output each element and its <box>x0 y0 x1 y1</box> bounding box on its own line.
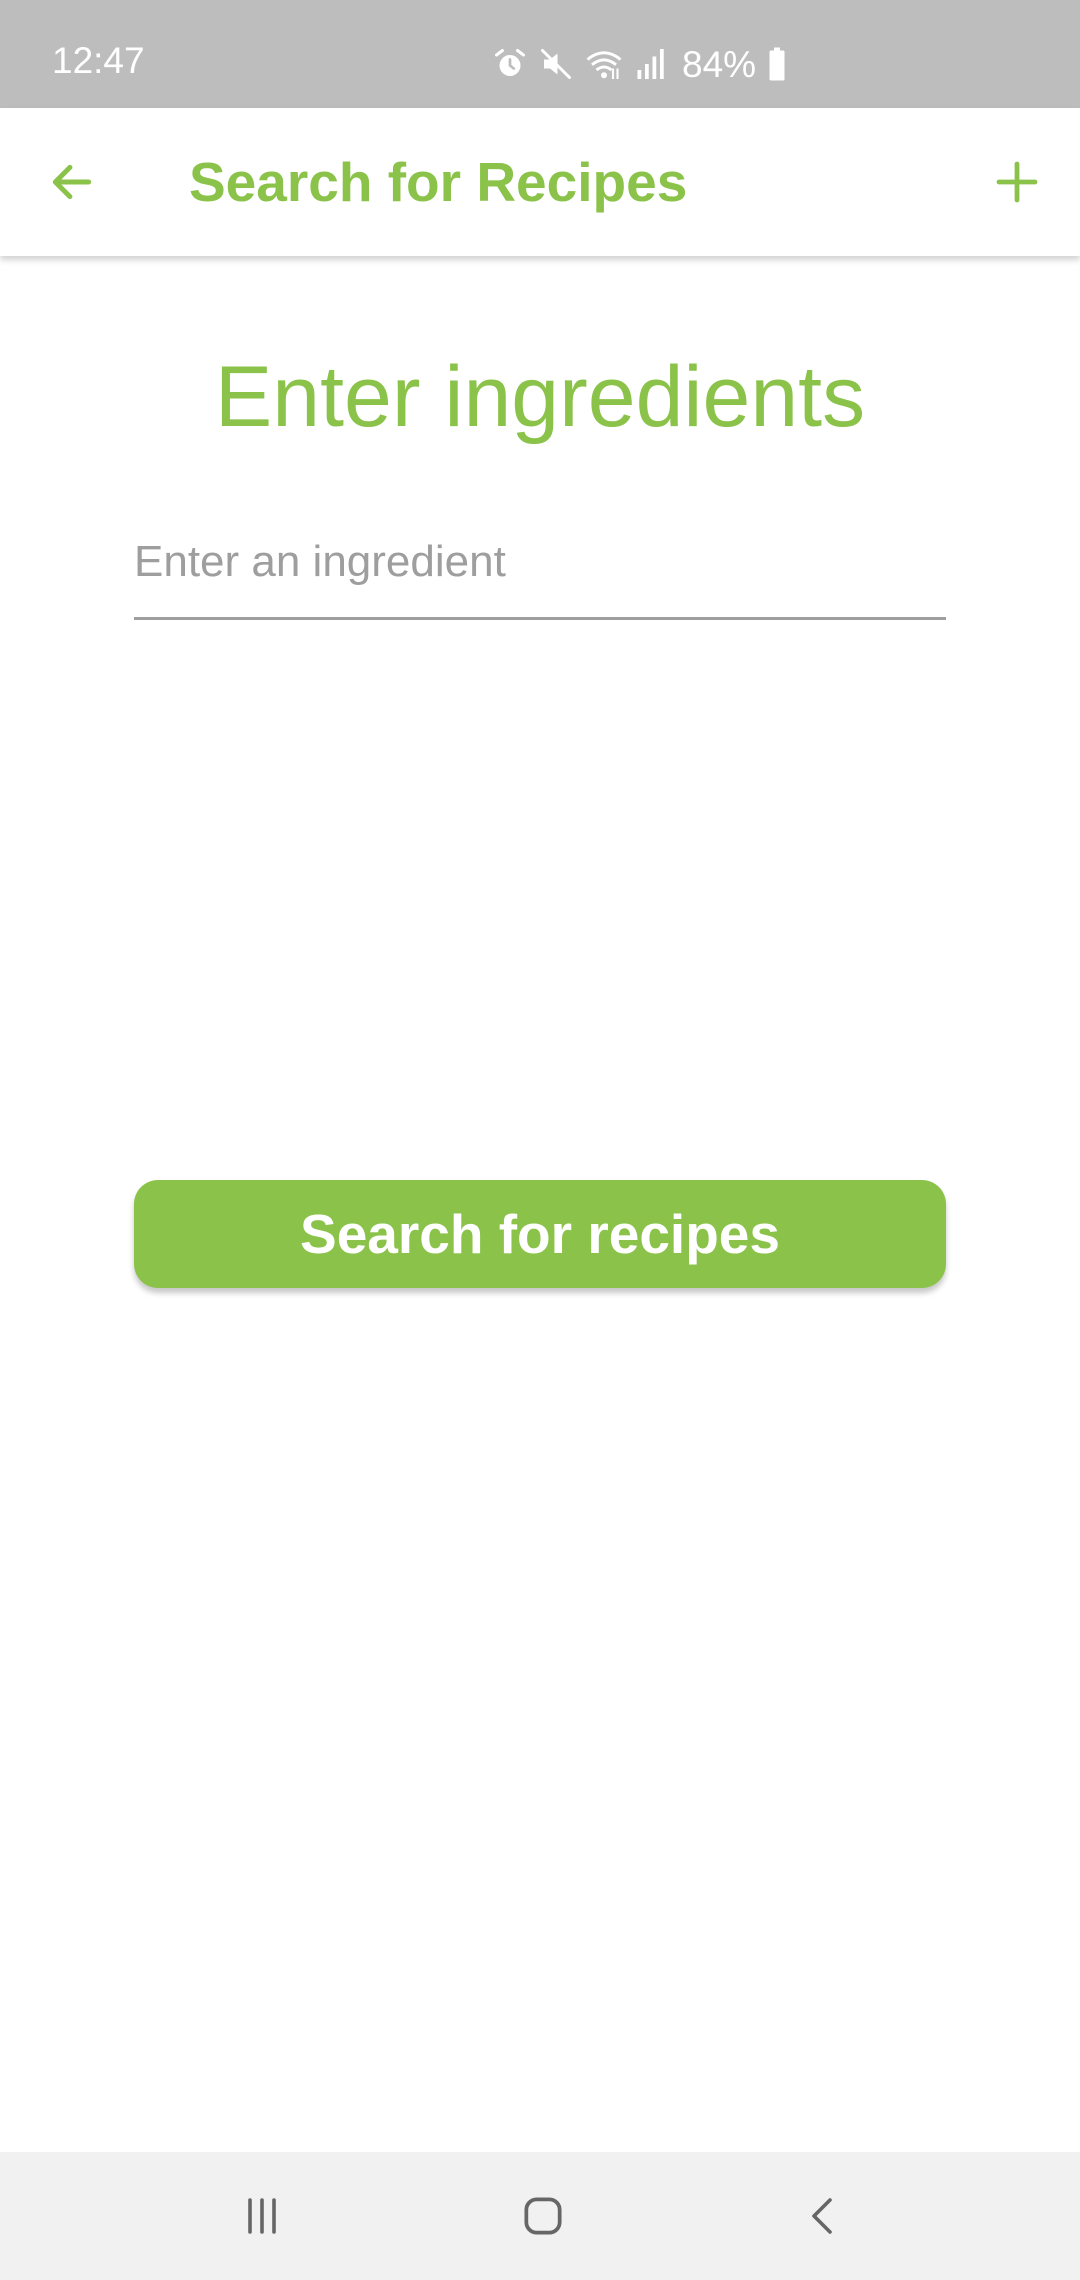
home-icon <box>524 2197 562 2235</box>
system-nav-bar <box>0 2152 1080 2280</box>
add-button[interactable] <box>975 140 1059 224</box>
wifi-icon <box>586 51 622 79</box>
alarm-icon <box>495 49 525 76</box>
ingredient-input[interactable] <box>134 520 946 620</box>
home-button[interactable] <box>493 2166 593 2266</box>
back-button[interactable] <box>30 140 114 224</box>
recent-apps-icon <box>248 2198 276 2234</box>
search-recipes-button[interactable]: Search for recipes <box>134 1180 946 1288</box>
battery-icon <box>769 47 785 81</box>
signal-icon <box>637 49 664 79</box>
status-time: 12:47 <box>52 40 145 81</box>
battery-percent: 84% <box>682 43 757 85</box>
mute-icon <box>541 49 571 79</box>
app-title: Search for Recipes <box>189 151 688 213</box>
app-bar: Search for Recipes <box>0 108 1080 256</box>
back-icon <box>812 2198 832 2234</box>
page-heading: Enter ingredients <box>214 349 866 445</box>
recent-apps-button[interactable] <box>212 2166 312 2266</box>
arrow-left-icon <box>52 164 92 200</box>
plus-icon <box>996 161 1038 203</box>
status-icons: 84% <box>492 44 798 84</box>
system-back-button[interactable] <box>774 2166 874 2266</box>
status-bar: 12:47 84% <box>0 0 1080 108</box>
